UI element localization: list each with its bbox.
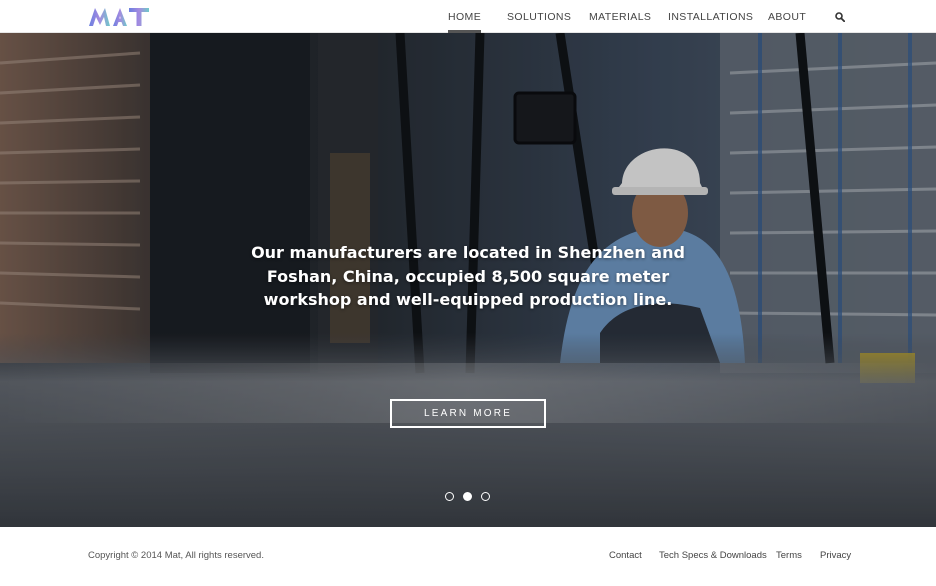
copyright-text: Copyright © 2014 Mat, All rights reserve… <box>88 550 264 561</box>
footer-link-tech-specs[interactable]: Tech Specs & Downloads <box>659 550 767 561</box>
nav-item-solutions[interactable]: SOLUTIONS <box>507 0 571 33</box>
slider-dot-1[interactable] <box>445 492 454 501</box>
site-footer: Copyright © 2014 Mat, All rights reserve… <box>0 527 936 586</box>
slider-dot-3[interactable] <box>481 492 490 501</box>
site-header: HOME SOLUTIONS MATERIALS INSTALLATIONS A… <box>0 0 936 33</box>
search-icon[interactable] <box>835 12 845 22</box>
nav-item-installations[interactable]: INSTALLATIONS <box>668 0 753 33</box>
footer-link-privacy[interactable]: Privacy <box>820 550 851 561</box>
brand-logo[interactable] <box>88 6 150 28</box>
slider-dot-2[interactable] <box>463 492 472 501</box>
nav-item-home[interactable]: HOME <box>448 0 482 33</box>
nav-item-about[interactable]: ABOUT <box>768 0 806 33</box>
learn-more-button[interactable]: LEARN MORE <box>390 399 546 428</box>
hero-slider: Our manufacturers are located in Shenzhe… <box>0 33 936 527</box>
nav-item-materials[interactable]: MATERIALS <box>589 0 651 33</box>
hero-headline: Our manufacturers are located in Shenzhe… <box>251 243 685 309</box>
footer-link-contact[interactable]: Contact <box>609 550 642 561</box>
footer-link-terms[interactable]: Terms <box>776 550 802 561</box>
